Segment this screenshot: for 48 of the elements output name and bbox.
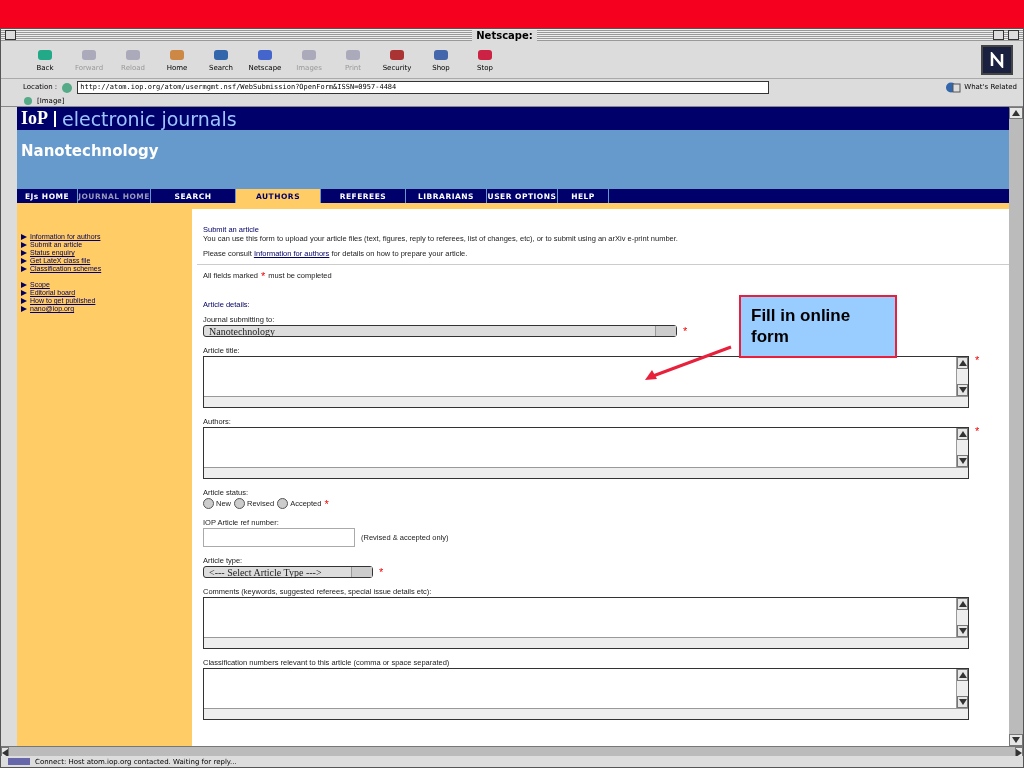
toolbar-icon	[124, 47, 142, 62]
select-field[interactable]: <--- Select Article Type --->	[203, 566, 373, 578]
text-area[interactable]	[203, 356, 969, 408]
required-mark: *	[324, 499, 329, 508]
scroll-down-icon[interactable]	[958, 387, 967, 393]
toolbar-icon	[80, 47, 98, 62]
text-area[interactable]	[203, 427, 969, 479]
scroll-down-icon[interactable]	[958, 699, 967, 705]
scroll-up-icon[interactable]	[958, 431, 967, 437]
scroll-down-icon[interactable]	[1012, 737, 1020, 743]
window-title: Netscape:	[472, 29, 537, 41]
required-mark: *	[975, 356, 980, 364]
toolbar-icon	[36, 47, 54, 62]
collapse-box-icon[interactable]	[1008, 30, 1019, 40]
required-mark: *	[261, 271, 266, 280]
toolbar-icon	[476, 47, 494, 62]
toolbar-icon	[432, 47, 450, 62]
toolbar-icon	[212, 47, 230, 62]
select-field[interactable]: Nanotechnology	[203, 325, 677, 337]
site-title: electronic journals	[62, 107, 237, 130]
close-box-icon[interactable]	[5, 30, 16, 40]
site-logo[interactable]: IoP	[21, 108, 48, 129]
toolbar-icon	[344, 47, 362, 62]
toolbar-icon	[168, 47, 186, 62]
zoom-box-icon[interactable]	[993, 30, 1004, 40]
required-mark: *	[379, 568, 384, 576]
input-field[interactable]	[203, 528, 355, 547]
required-mark: *	[683, 327, 688, 335]
scroll-up-icon[interactable]	[958, 360, 967, 366]
image-icon	[23, 96, 34, 105]
text-area[interactable]	[203, 668, 969, 720]
text-area[interactable]	[203, 597, 969, 649]
toolbar-icon	[256, 47, 274, 62]
scroll-down-icon[interactable]	[958, 628, 967, 634]
callout-note: Fill in online form	[739, 295, 897, 358]
scroll-left-icon[interactable]	[2, 749, 8, 757]
connection-icon	[7, 757, 31, 766]
scroll-up-icon[interactable]	[958, 672, 967, 678]
toolbar-icon	[300, 47, 318, 62]
journal-title: Nanotechnology	[21, 141, 159, 160]
required-mark: *	[975, 427, 980, 435]
toolbar-icon	[388, 47, 406, 62]
scroll-up-icon[interactable]	[958, 601, 967, 607]
scroll-up-icon[interactable]	[1012, 110, 1020, 116]
browser-logo-icon	[981, 44, 1013, 75]
scroll-down-icon[interactable]	[958, 458, 967, 464]
globe-icon	[945, 81, 962, 93]
scroll-right-icon[interactable]	[1016, 749, 1022, 757]
